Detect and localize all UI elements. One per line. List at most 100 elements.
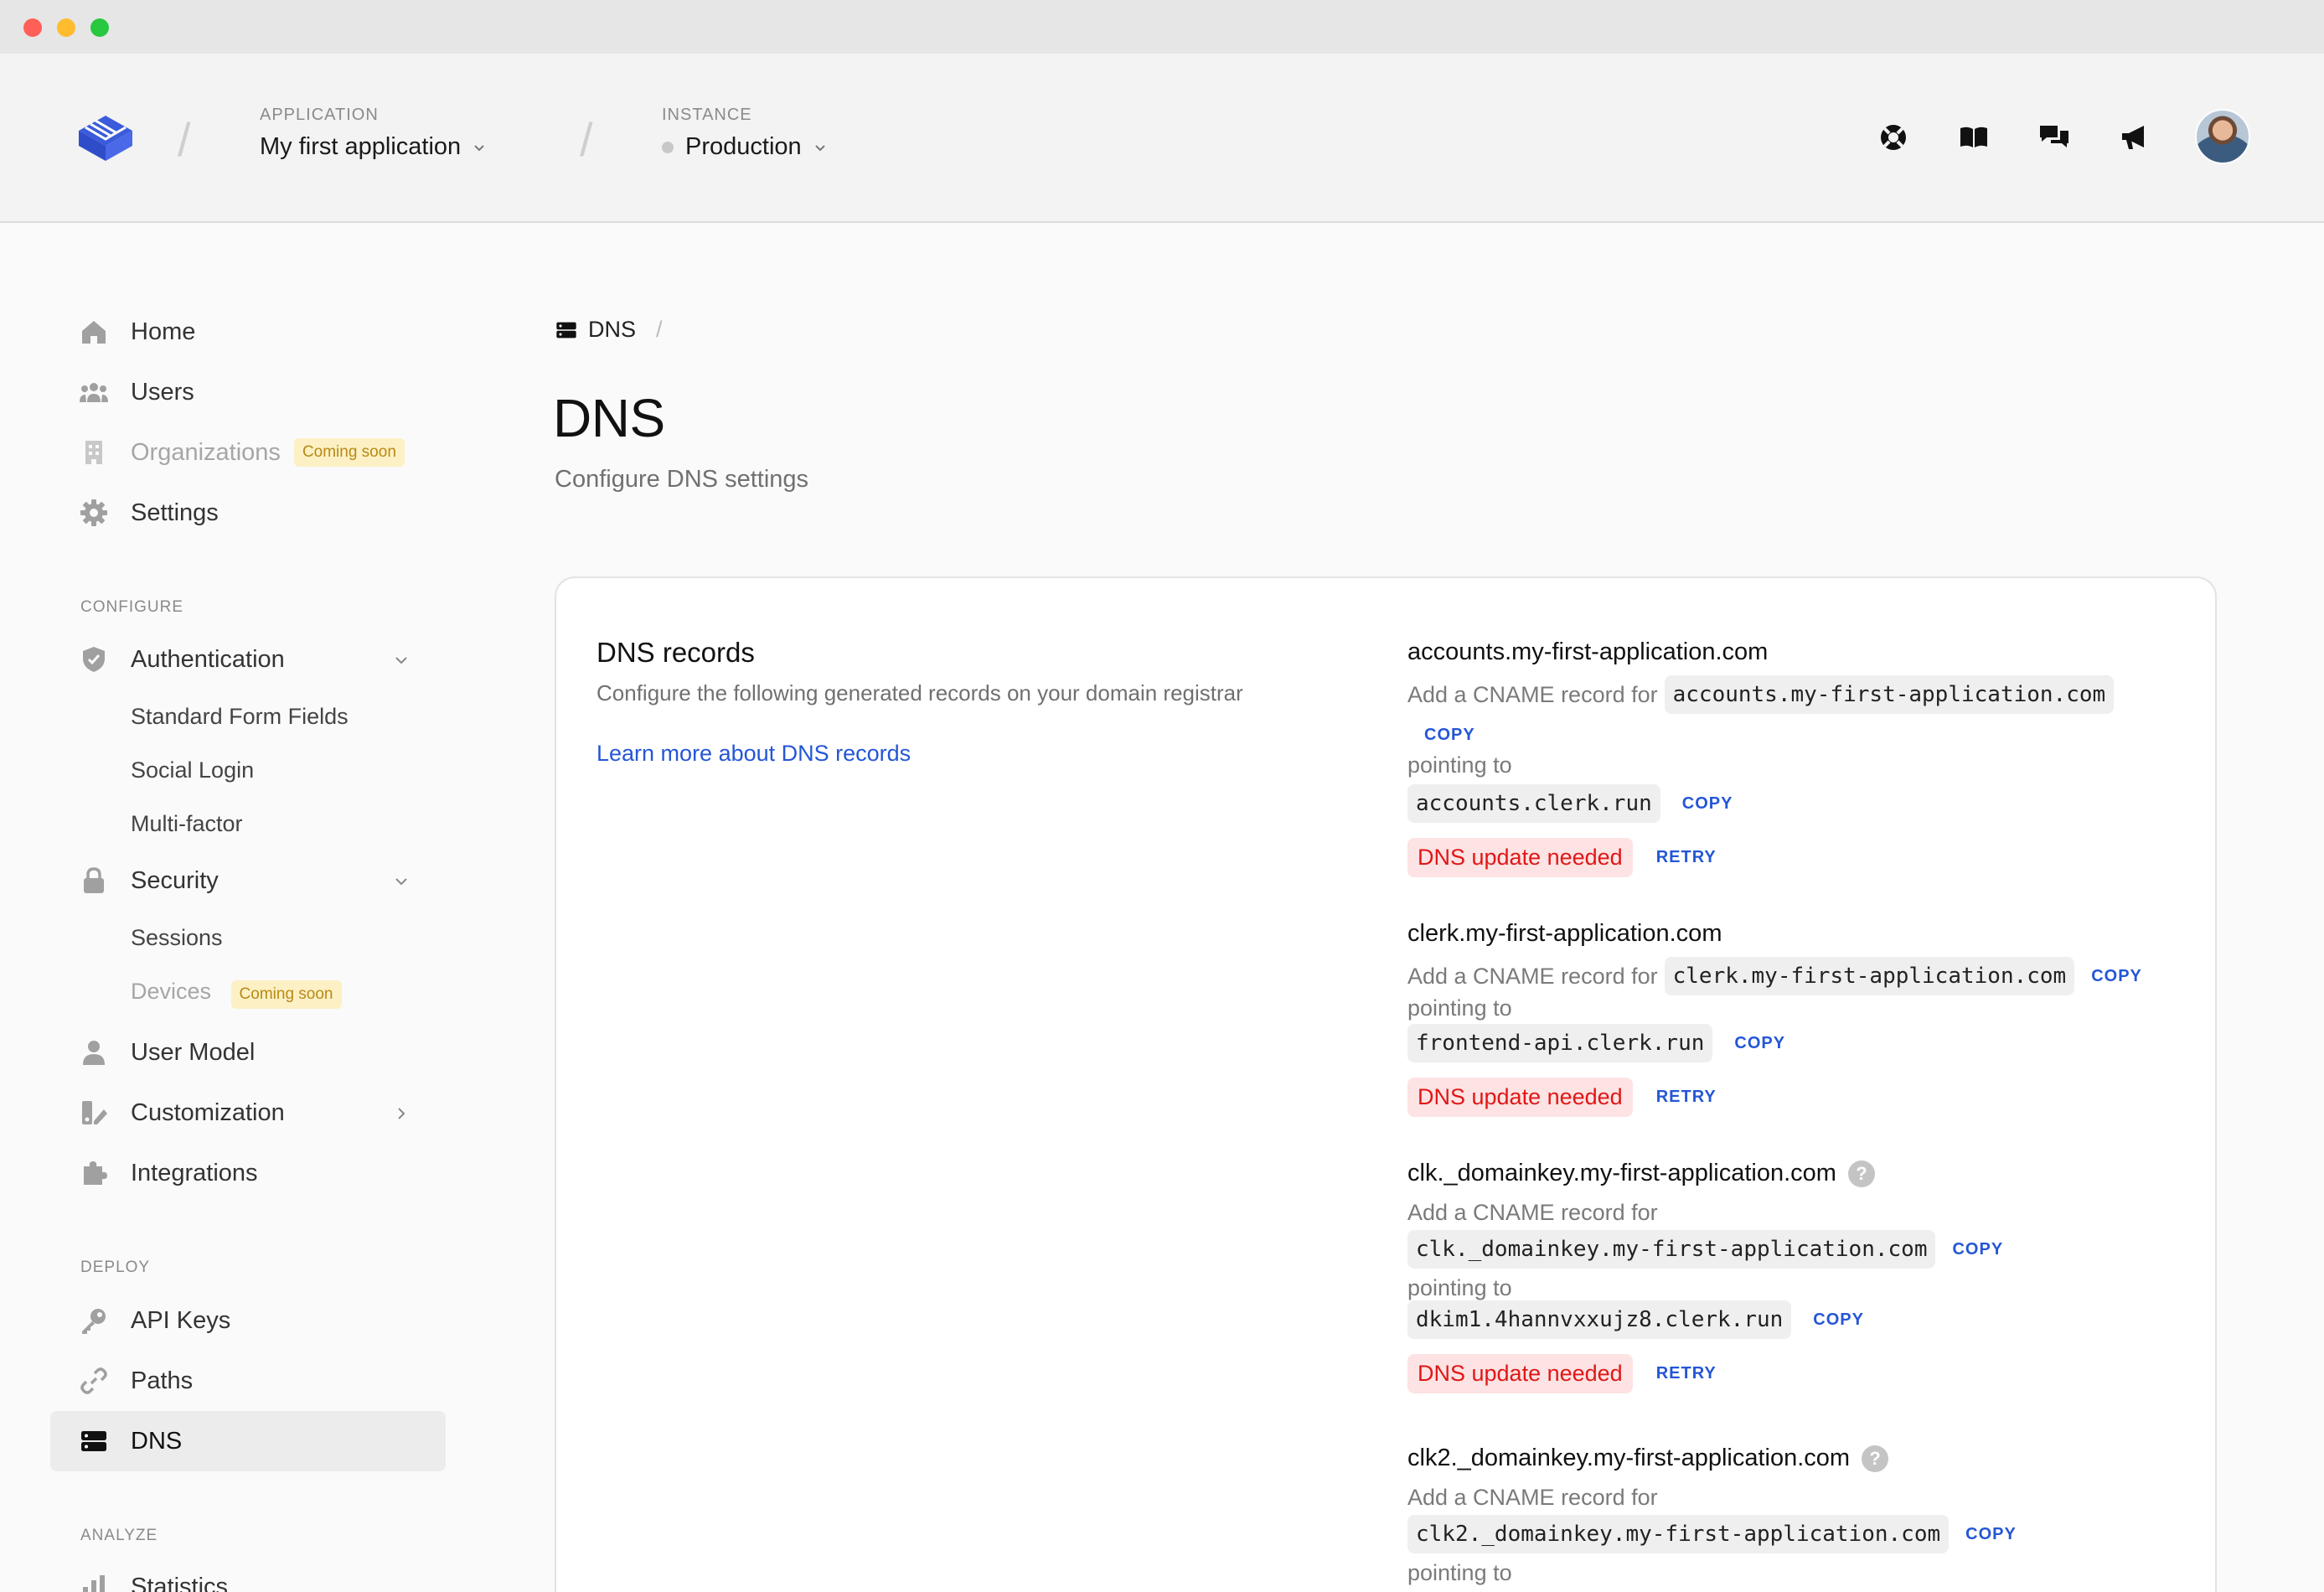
user-icon	[83, 1041, 105, 1065]
dns-record: accounts.my-first-application.com Add a …	[1407, 638, 2195, 877]
sidebar-item-user-model[interactable]: User Model	[50, 1022, 446, 1083]
analyze-section-label: ANALYZE	[80, 1527, 158, 1544]
breadcrumb-dns[interactable]: DNS	[588, 317, 636, 343]
deploy-section-label: DEPLOY	[80, 1259, 151, 1276]
copy-target-button[interactable]: COPY	[1813, 1310, 1864, 1330]
add-cname-label: Add a CNAME record for	[1407, 963, 1658, 989]
dns-record: clk._domainkey.my-first-application.com …	[1407, 1160, 2195, 1393]
help-icon[interactable]: ?	[1862, 1445, 1889, 1472]
feedback-icon[interactable]	[2037, 121, 2071, 154]
sidebar-item-label: Customization	[131, 1098, 285, 1126]
gear-icon	[80, 499, 107, 526]
server-icon	[81, 1431, 106, 1451]
card-title: DNS records	[596, 637, 755, 668]
shield-check-icon	[83, 647, 105, 672]
cname-value: accounts.my-first-application.com	[1664, 675, 2115, 714]
chevron-down-icon	[474, 144, 484, 151]
sidebar-item-organizations: Organizations Coming soon	[50, 422, 446, 483]
sidebar-item-label: Users	[131, 378, 194, 406]
palette-icon	[82, 1101, 107, 1124]
docs-icon[interactable]	[1957, 121, 1991, 154]
record-host-text: clerk.my-first-application.com	[1407, 920, 1722, 947]
cname-value: clk2._domainkey.my-first-application.com	[1407, 1515, 1950, 1553]
cname-value: clk._domainkey.my-first-application.com	[1407, 1230, 1936, 1269]
users-icon	[80, 383, 108, 402]
sidebar-item-settings[interactable]: Settings	[50, 483, 446, 543]
coming-soon-badge: Coming soon	[230, 980, 342, 1009]
sidebar: Home Users Organizations Coming soon Set…	[0, 225, 469, 1592]
copy-cname-button[interactable]: COPY	[1952, 1240, 2003, 1259]
key-icon	[82, 1309, 106, 1334]
pointing-to-label: pointing to	[1407, 752, 1512, 778]
maximize-window-button[interactable]	[90, 18, 109, 37]
record-host: clk2._domainkey.my-first-application.com…	[1407, 1445, 2195, 1472]
copy-cname-button[interactable]: COPY	[2091, 967, 2142, 986]
sidebar-item-api-keys[interactable]: API Keys	[50, 1290, 446, 1351]
application-switcher[interactable]: APPLICATION My first application	[260, 106, 486, 161]
chevron-down-icon	[814, 144, 825, 151]
link-icon	[80, 1367, 107, 1394]
window-titlebar	[0, 0, 2324, 54]
pointing-to-label: pointing to	[1407, 1275, 1512, 1300]
sidebar-item-sessions[interactable]: Sessions	[131, 925, 223, 951]
help-icon[interactable]: ?	[1847, 1160, 1875, 1187]
sidebar-item-label: Settings	[131, 499, 219, 526]
close-window-button[interactable]	[23, 18, 42, 37]
dns-records-card: DNS records Configure the following gene…	[555, 576, 2217, 1592]
announcements-icon[interactable]	[2118, 121, 2151, 154]
status-badge: DNS update needed	[1407, 1354, 1633, 1393]
copy-cname-button[interactable]: COPY	[1424, 726, 1475, 745]
cname-value: clerk.my-first-application.com	[1664, 957, 2075, 995]
support-icon[interactable]	[1877, 121, 1910, 154]
sidebar-item-security[interactable]: Security	[50, 850, 446, 911]
sidebar-item-integrations[interactable]: Integrations	[50, 1143, 446, 1203]
sidebar-item-label: Authentication	[131, 645, 285, 673]
sidebar-item-users[interactable]: Users	[50, 362, 446, 422]
sidebar-item-authentication[interactable]: Authentication	[50, 629, 446, 690]
retry-button[interactable]: RETRY	[1656, 1364, 1717, 1383]
status-badge: DNS update needed	[1407, 1078, 1633, 1117]
sidebar-item-dns[interactable]: DNS	[50, 1411, 446, 1471]
copy-target-button[interactable]: COPY	[1682, 794, 1733, 814]
retry-button[interactable]: RETRY	[1656, 848, 1717, 867]
sidebar-item-label: API Keys	[131, 1306, 231, 1334]
building-icon	[85, 441, 102, 464]
copy-cname-button[interactable]: COPY	[1965, 1525, 2017, 1544]
sidebar-item-social-login[interactable]: Social Login	[131, 757, 254, 783]
server-icon	[556, 322, 576, 338]
page-subtitle: Configure DNS settings	[555, 466, 809, 493]
sidebar-item-paths[interactable]: Paths	[50, 1351, 446, 1411]
card-description: Configure the following generated record…	[596, 680, 1243, 706]
pointing-to-label: pointing to	[1407, 1560, 1512, 1585]
header-divider: /	[580, 113, 593, 166]
sidebar-item-label: Paths	[131, 1367, 194, 1394]
chevron-down-icon	[395, 657, 407, 664]
add-cname-label: Add a CNAME record for	[1407, 1200, 1658, 1225]
home-icon	[82, 321, 106, 344]
target-value: accounts.clerk.run	[1407, 784, 1660, 823]
sidebar-item-label: DNS	[131, 1427, 183, 1455]
instance-name: Production	[685, 133, 802, 160]
record-host-text: clk._domainkey.my-first-application.com	[1407, 1160, 1836, 1186]
pointing-to-label: pointing to	[1407, 995, 1512, 1021]
sidebar-item-label: Security	[131, 866, 219, 894]
sidebar-item-label: Organizations	[131, 438, 281, 466]
user-avatar[interactable]	[2195, 109, 2250, 164]
sidebar-item-customization[interactable]: Customization	[50, 1083, 446, 1143]
lock-icon	[84, 867, 104, 893]
instance-switcher[interactable]: INSTANCE Production	[662, 106, 827, 161]
clerk-logo-icon[interactable]	[75, 106, 136, 166]
sidebar-item-multi-factor[interactable]: Multi-factor	[131, 811, 243, 837]
sidebar-item-standard-form-fields[interactable]: Standard Form Fields	[131, 704, 349, 730]
sidebar-item-label: User Model	[131, 1038, 256, 1066]
sidebar-item-home[interactable]: Home	[50, 302, 446, 362]
target-value: dkim1.4hannvxxujz8.clerk.run	[1407, 1300, 1792, 1339]
breadcrumb-separator: /	[656, 317, 663, 342]
learn-more-link[interactable]: Learn more about DNS records	[596, 741, 911, 767]
chevron-right-icon	[398, 1108, 405, 1119]
copy-target-button[interactable]: COPY	[1734, 1034, 1785, 1053]
sidebar-item-statistics[interactable]: Statistics	[50, 1557, 446, 1592]
retry-button[interactable]: RETRY	[1656, 1088, 1717, 1107]
sidebar-item-devices: Devices Coming soon	[131, 979, 342, 1009]
minimize-window-button[interactable]	[57, 18, 75, 37]
